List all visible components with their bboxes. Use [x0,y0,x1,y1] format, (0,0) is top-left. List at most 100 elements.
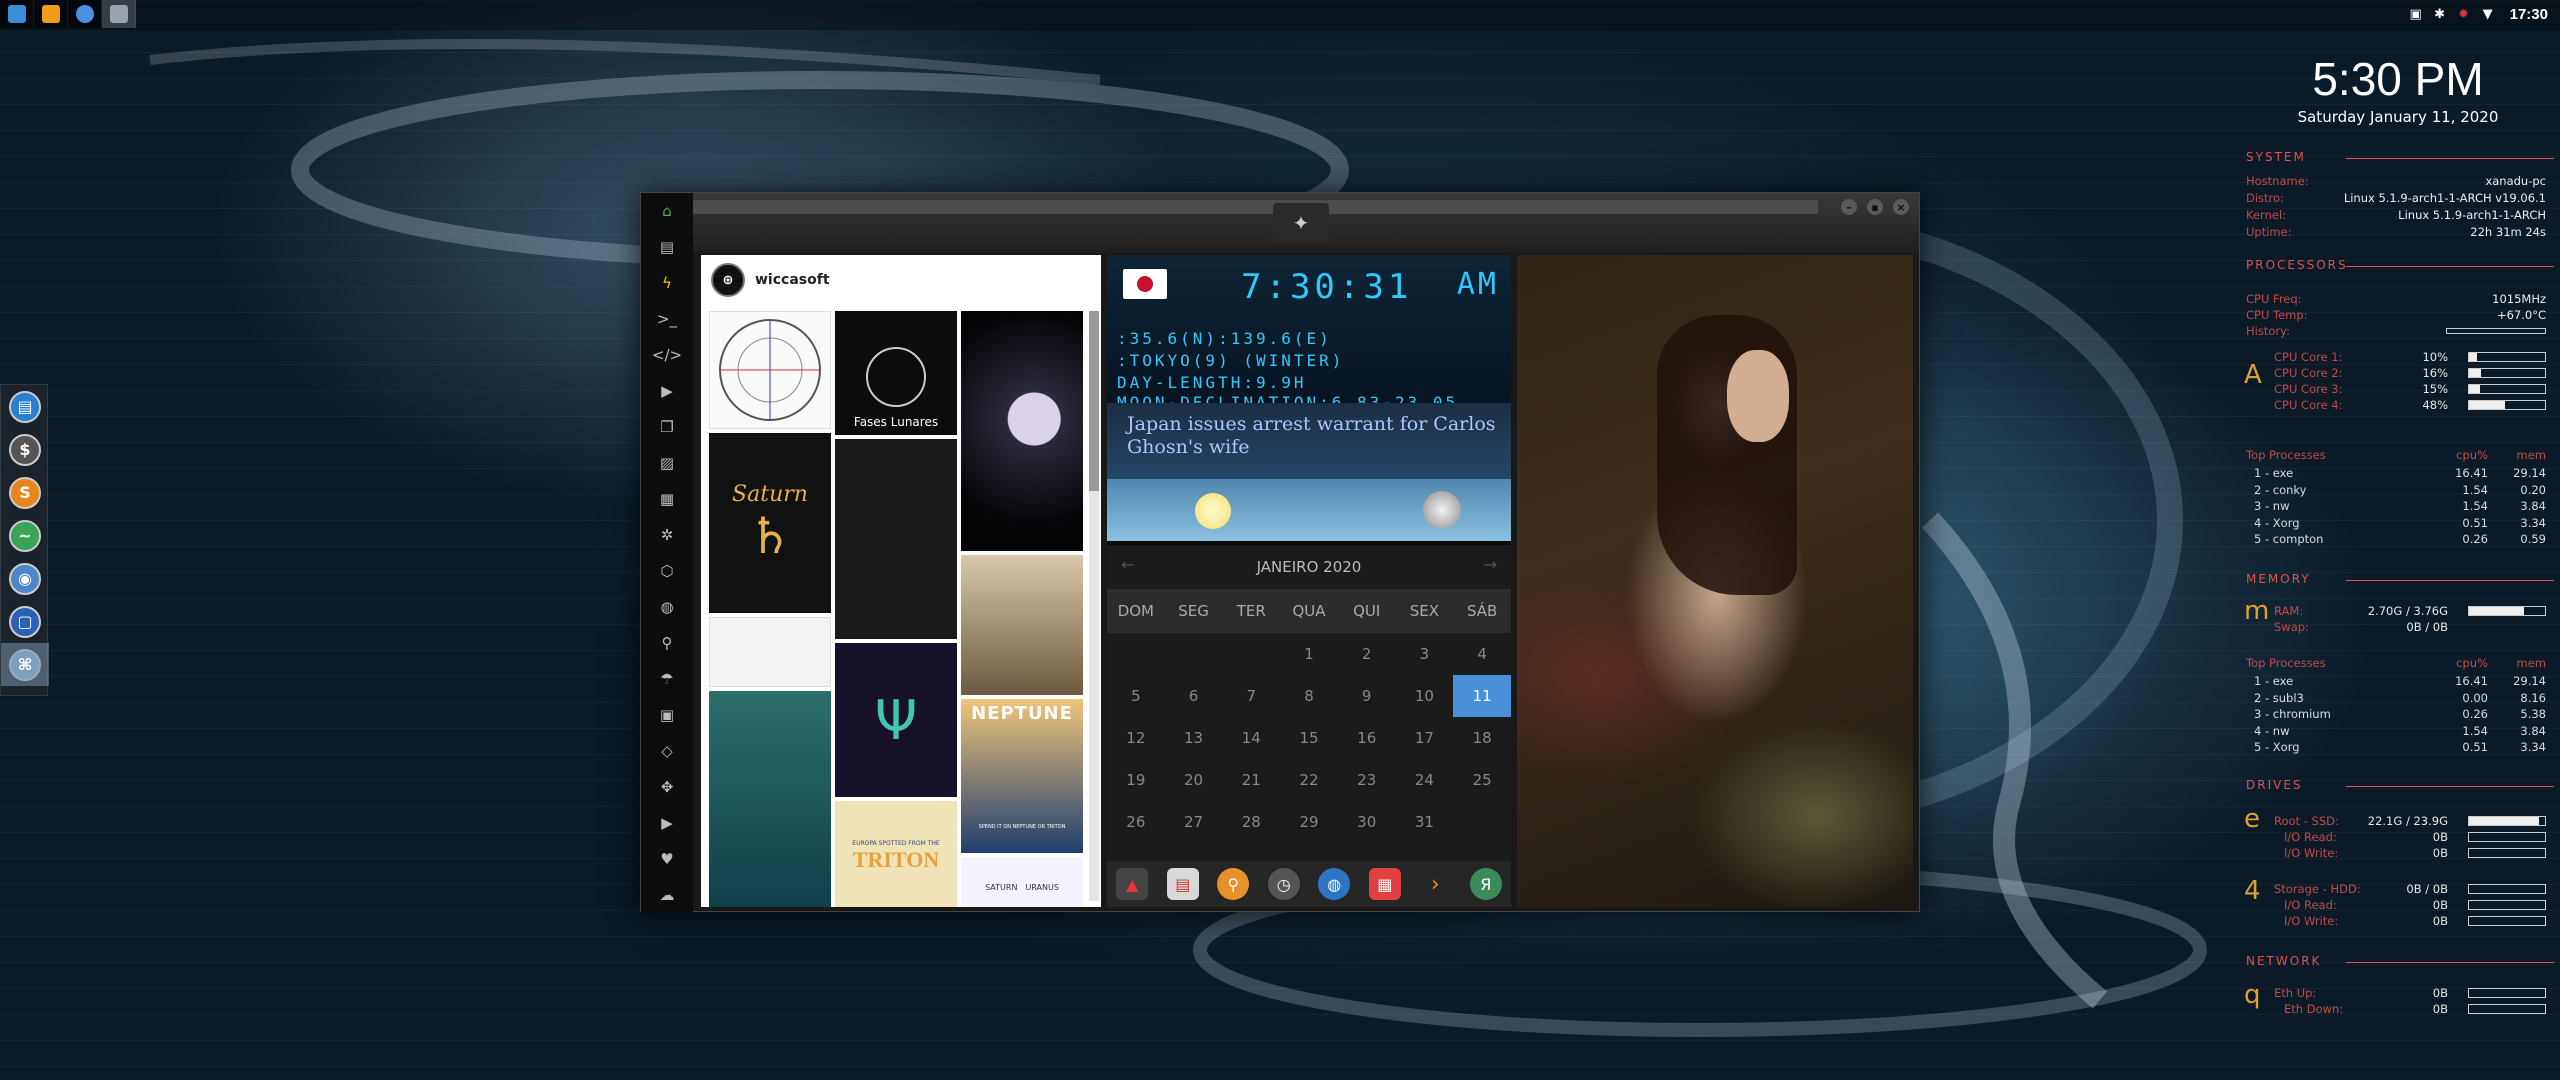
calendar-day[interactable]: 29 [1280,801,1338,843]
calendar-day[interactable]: 10 [1396,675,1454,717]
launcher-chromium[interactable] [68,0,102,28]
pinterest-scrollbar[interactable] [1089,311,1099,901]
ya-app-icon[interactable]: Я [1469,868,1502,900]
calendar-app-icon[interactable]: ▤ [1166,868,1199,900]
launcher-sublime[interactable] [34,0,68,28]
calendar-day[interactable]: 19 [1107,759,1165,801]
calendar-day[interactable]: 4 [1453,633,1511,675]
umbrella-icon[interactable]: ☂ [641,661,693,697]
code-icon[interactable]: </> [641,337,693,373]
wifi-icon[interactable]: ▼ [2480,6,2496,22]
triton-pin[interactable]: EUROPA SPOTTED FROM THE TRITON [835,801,957,907]
calendar-day[interactable]: 23 [1338,759,1396,801]
search-icon[interactable]: ⚲ [641,625,693,661]
arrow-app-icon[interactable]: › [1419,868,1451,900]
dock-monitor[interactable]: ~ [1,514,49,557]
process-row: 3 - nw 1.54 3.84 [2246,499,2546,515]
dock-network[interactable]: ⌘ [1,643,49,686]
image-viewer-icon[interactable]: ▣ [2408,6,2424,22]
home-icon[interactable]: ⌂ [641,193,693,229]
calendar-day[interactable]: 12 [1107,717,1165,759]
neptune-trident-pin[interactable]: Ψ [835,643,957,797]
minimize-button[interactable]: – [1841,199,1857,215]
calendar-day[interactable]: 25 [1453,759,1511,801]
dock-screen[interactable]: ▢ [1,600,49,643]
calendar-day[interactable]: 8 [1280,675,1338,717]
cloud-icon[interactable]: ☁ [641,877,693,913]
calendar-active-icon[interactable]: ▦ [1368,868,1401,900]
username[interactable]: wiccasoft [755,272,830,288]
youtube-icon[interactable]: ▶ [641,805,693,841]
calendar-day[interactable]: 17 [1396,717,1454,759]
news-icon[interactable]: ▦ [641,481,693,517]
search-app-icon[interactable]: ⚲ [1217,868,1250,900]
dock-files[interactable]: ▤ [1,385,49,428]
planets-sketch-pin[interactable]: SATURN URANUS [961,857,1083,907]
calendar-day[interactable]: 27 [1165,801,1223,843]
portrait-hat-pin[interactable] [961,555,1083,695]
expand-icon[interactable]: ✥ [641,769,693,805]
calendar-day[interactable]: 30 [1338,801,1396,843]
launcher-workspace[interactable] [102,0,136,28]
news-headline[interactable]: Japan issues arrest warrant for Carlos G… [1127,413,1497,459]
terminal-icon[interactable]: >_ [641,301,693,337]
document-icon[interactable]: ▤ [641,229,693,265]
calendar-day[interactable]: 22 [1280,759,1338,801]
settings-icon[interactable]: ✲ [641,517,693,553]
avatar[interactable]: ⊕ [711,263,745,297]
saturn-planet-pin[interactable] [961,311,1083,551]
calendar-day[interactable]: 14 [1222,717,1280,759]
next-month-icon[interactable]: → [1484,555,1497,574]
astrology-chart-pin[interactable] [709,311,831,429]
alert-icon[interactable]: ✹ [2456,6,2472,22]
calendar-day[interactable]: 15 [1280,717,1338,759]
process-name: 2 - conky [2254,482,2307,497]
image-icon[interactable]: ▨ [641,445,693,481]
prev-month-icon[interactable]: ← [1121,555,1134,574]
heart-icon[interactable]: ♥ [641,841,693,877]
hexagon-icon[interactable]: ⬡ [641,553,693,589]
calendar-day[interactable]: 2 [1338,633,1396,675]
calendar-day[interactable]: 16 [1338,717,1396,759]
aquarius-pin[interactable] [709,691,831,907]
calendar-day[interactable]: 5 [1107,675,1165,717]
calendar-day[interactable]: 26 [1107,801,1165,843]
eth-down-label: Eth Down: [2284,1002,2344,1016]
link-icon[interactable]: ◇ [641,733,693,769]
calendar-day[interactable]: 9 [1338,675,1396,717]
calendar-day[interactable]: 20 [1165,759,1223,801]
globe-app-icon[interactable]: ◍ [1318,868,1351,900]
dock-s-app[interactable]: S [1,471,49,514]
dock-money[interactable]: $ [1,428,49,471]
close-button[interactable]: × [1893,199,1909,215]
calendar-day[interactable]: 24 [1396,759,1454,801]
panel-clock[interactable]: 17:30 [2510,6,2548,23]
saturn-pin[interactable]: Saturn ♄ [709,433,831,613]
calendar-day[interactable]: 13 [1165,717,1223,759]
globe-icon[interactable]: ◍ [641,589,693,625]
calendar-day[interactable]: 7 [1222,675,1280,717]
calendar-day[interactable]: 6 [1165,675,1223,717]
copy-icon[interactable]: ❐ [641,409,693,445]
fases-lunares-pin[interactable]: Fases Lunares [835,311,957,435]
contact-icon[interactable]: ▣ [641,697,693,733]
calendar-day[interactable]: 3 [1396,633,1454,675]
calendar-day[interactable]: 18 [1453,717,1511,759]
calendar-day-today[interactable]: 11 [1453,675,1511,717]
scrollbar-thumb[interactable] [1089,311,1099,491]
calendar-day[interactable]: 21 [1222,759,1280,801]
dock-chromium[interactable]: ◉ [1,557,49,600]
calendar-day[interactable]: 28 [1222,801,1280,843]
bolt-icon[interactable]: ϟ [641,265,693,301]
chart-pin-2[interactable] [709,617,831,687]
calendar-day[interactable]: 1 [1280,633,1338,675]
bluetooth-icon[interactable]: ✱ [2432,6,2448,22]
clock-app-icon[interactable]: ◷ [1267,868,1300,900]
maximize-button[interactable]: ▪ [1867,199,1883,215]
launcher-file-manager[interactable] [0,0,34,28]
red-triangle-icon[interactable]: ▲ [1116,868,1149,900]
play-icon[interactable]: ▶ [641,373,693,409]
neptune-poster-pin[interactable]: NEPTUNE SPEND IT ON NEPTUNE OR TRITON [961,699,1083,853]
calendar-day[interactable]: 31 [1396,801,1454,843]
moon-phases-list-pin[interactable] [835,439,957,639]
